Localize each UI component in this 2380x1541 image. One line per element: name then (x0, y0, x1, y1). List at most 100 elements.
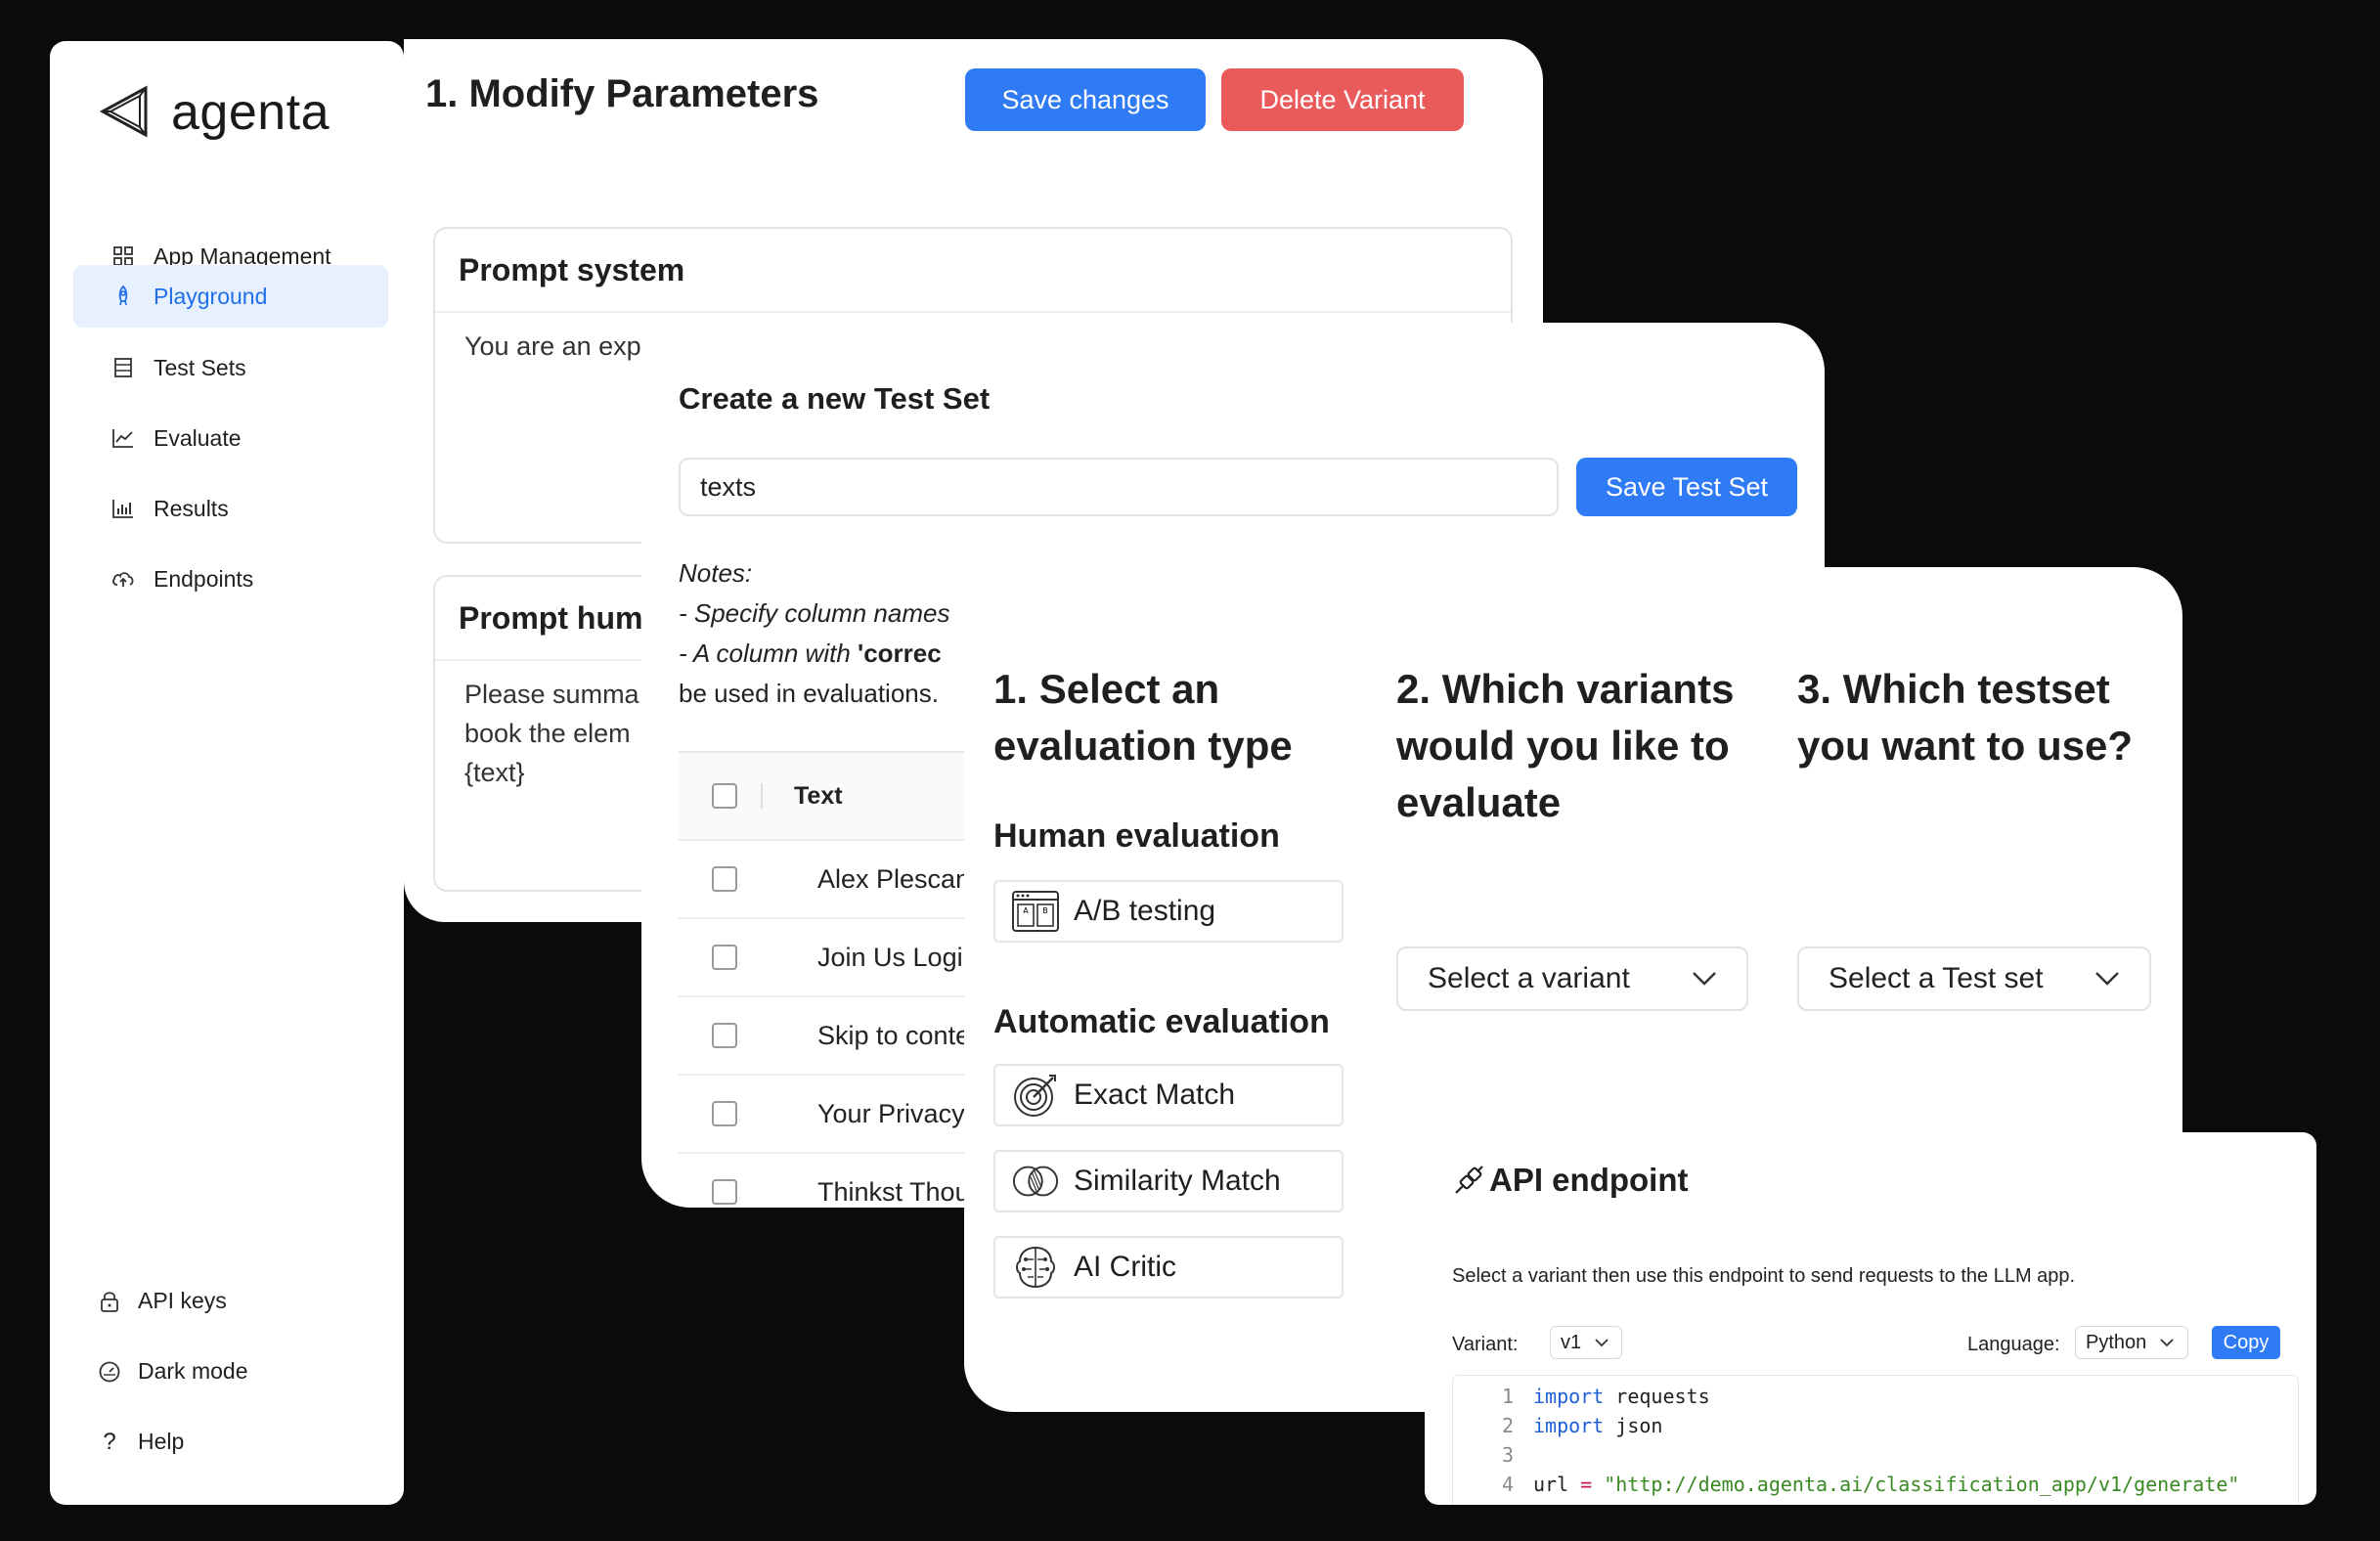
variant-label: Variant: (1452, 1334, 1519, 1355)
code-keyword: import (1533, 1385, 1605, 1408)
select-all-checkbox[interactable] (712, 783, 737, 809)
target-icon (1011, 1071, 1060, 1120)
table-cell[interactable]: Alex Plescan (817, 864, 970, 895)
row-checkbox[interactable] (712, 945, 737, 970)
similarity-match-option[interactable]: Similarity Match (993, 1150, 1344, 1212)
code-line: 3 (1453, 1440, 2298, 1470)
sidebar-item-label: API keys (138, 1288, 227, 1313)
row-checkbox[interactable] (712, 1023, 737, 1048)
row-checkbox[interactable] (712, 1179, 737, 1205)
svg-text:B: B (1042, 906, 1048, 915)
which-variants-title: 2. Which variants would you like to eval… (1396, 666, 1735, 825)
venn-icon (1011, 1157, 1060, 1206)
test-set-title: Create a new Test Set (679, 381, 991, 416)
notes-heading: Notes: (679, 558, 753, 588)
database-icon (110, 355, 136, 380)
variant-select-placeholder: Select a variant (1428, 962, 1630, 994)
copy-button[interactable]: Copy (2212, 1326, 2280, 1359)
logo[interactable]: agenta (97, 82, 330, 143)
chevron-down-icon (2160, 1338, 2174, 1346)
language-select[interactable]: Python (2075, 1326, 2188, 1359)
sidebar-item-endpoints[interactable]: Endpoints (73, 548, 388, 610)
column-divider (761, 783, 763, 809)
api-variant-value: v1 (1561, 1331, 1582, 1353)
bar-chart-icon (110, 496, 136, 521)
table-cell[interactable]: Your Privacy (817, 1099, 965, 1129)
sidebar-item-results[interactable]: Results (73, 477, 388, 540)
code-text: json (1604, 1414, 1663, 1437)
code-line: 4 url = "http://demo.agenta.ai/classific… (1453, 1470, 2298, 1499)
sidebar: agenta App Management Playground Test Se… (50, 41, 404, 1505)
api-endpoint-title: API endpoint (1452, 1162, 1688, 1199)
chevron-down-icon (1595, 1338, 1609, 1346)
delete-variant-button[interactable]: Delete Variant (1221, 68, 1464, 131)
code-variable: url (1533, 1473, 1569, 1496)
chevron-down-icon (1693, 972, 1716, 986)
ai-critic-option[interactable]: AI Critic (993, 1236, 1344, 1299)
language-value: Python (2086, 1331, 2147, 1353)
code-block[interactable]: 1 import requests 2 import json 3 4 url … (1452, 1375, 2299, 1505)
api-title-text: API endpoint (1489, 1162, 1689, 1198)
line-number: 1 (1501, 1385, 1514, 1408)
option-label: AI Critic (1074, 1251, 1176, 1283)
lock-icon (97, 1289, 122, 1314)
api-description: Select a variant then use this endpoint … (1452, 1265, 2076, 1287)
page-title: 1. Modify Parameters (425, 72, 819, 115)
testset-select[interactable]: Select a Test set (1797, 947, 2151, 1011)
cloud-upload-icon (110, 566, 136, 592)
testset-select-placeholder: Select a Test set (1829, 962, 2044, 994)
sidebar-item-test-sets[interactable]: Test Sets (73, 336, 388, 399)
line-chart-icon (110, 425, 136, 451)
question-icon: ? (103, 1428, 116, 1455)
dark-mode-toggle[interactable]: Dark mode (97, 1358, 247, 1385)
save-test-set-button[interactable]: Save Test Set (1576, 458, 1797, 516)
agenta-logo-icon (99, 85, 148, 138)
svg-text:A: A (1023, 906, 1029, 915)
sidebar-item-evaluate[interactable]: Evaluate (73, 407, 388, 469)
code-line: 1 import requests (1453, 1382, 2298, 1411)
code-string: "http://demo.agenta.ai/classification_ap… (1604, 1473, 2240, 1496)
prompt-system-title: Prompt system (435, 229, 1511, 313)
save-changes-button[interactable]: Save changes (965, 68, 1206, 131)
table-cell[interactable]: Thinkst Thou (817, 1177, 970, 1208)
variant-select[interactable]: Select a variant (1396, 947, 1748, 1011)
sidebar-item-label: Help (138, 1429, 185, 1454)
code-operator: = (1568, 1473, 1605, 1496)
line-number: 2 (1501, 1414, 1514, 1437)
api-variant-select[interactable]: v1 (1550, 1326, 1622, 1359)
column-header-text: Text (794, 781, 843, 810)
api-icon (1455, 1166, 1483, 1194)
which-testset-title: 3. Which testset you want to use? (1797, 666, 2134, 769)
sidebar-item-label: Playground (154, 283, 268, 309)
sidebar-item-help[interactable]: ? Help (97, 1429, 184, 1455)
row-checkbox[interactable] (712, 866, 737, 892)
notes-line: - Specify column names (679, 598, 950, 628)
sidebar-item-api-keys[interactable]: API keys (97, 1288, 227, 1314)
ab-testing-icon: AB (1011, 887, 1060, 936)
sidebar-item-label: Test Sets (154, 354, 246, 380)
row-checkbox[interactable] (712, 1101, 737, 1126)
exact-match-option[interactable]: Exact Match (993, 1064, 1344, 1126)
logo-text: agenta (171, 84, 331, 141)
table-cell[interactable]: Join Us Login (817, 943, 978, 973)
automatic-evaluation-title: Automatic evaluation (993, 1003, 1330, 1040)
human-evaluation-title: Human evaluation (993, 817, 1280, 855)
table-cell[interactable]: Skip to conte (817, 1021, 970, 1051)
sidebar-item-label: Endpoints (154, 565, 254, 592)
brain-icon (1011, 1243, 1060, 1292)
chevron-down-icon (2095, 972, 2119, 986)
sidebar-item-label: Evaluate (154, 424, 242, 451)
sidebar-item-label: Results (154, 495, 229, 521)
api-endpoint-panel: API endpoint Select a variant then use t… (1425, 1132, 2316, 1505)
rocket-icon (110, 284, 136, 309)
code-keyword: import (1533, 1414, 1605, 1437)
option-label: A/B testing (1074, 895, 1216, 927)
ab-testing-option[interactable]: AB A/B testing (993, 880, 1344, 943)
notes-line: - A column with (679, 638, 859, 668)
sidebar-item-playground[interactable]: Playground (73, 265, 388, 328)
select-evaluation-type-title: 1. Select an evaluation type (993, 666, 1293, 769)
option-label: Similarity Match (1074, 1165, 1281, 1197)
option-label: Exact Match (1074, 1079, 1236, 1111)
test-set-name-input[interactable]: texts (679, 458, 1559, 516)
line-number: 4 (1501, 1473, 1514, 1496)
